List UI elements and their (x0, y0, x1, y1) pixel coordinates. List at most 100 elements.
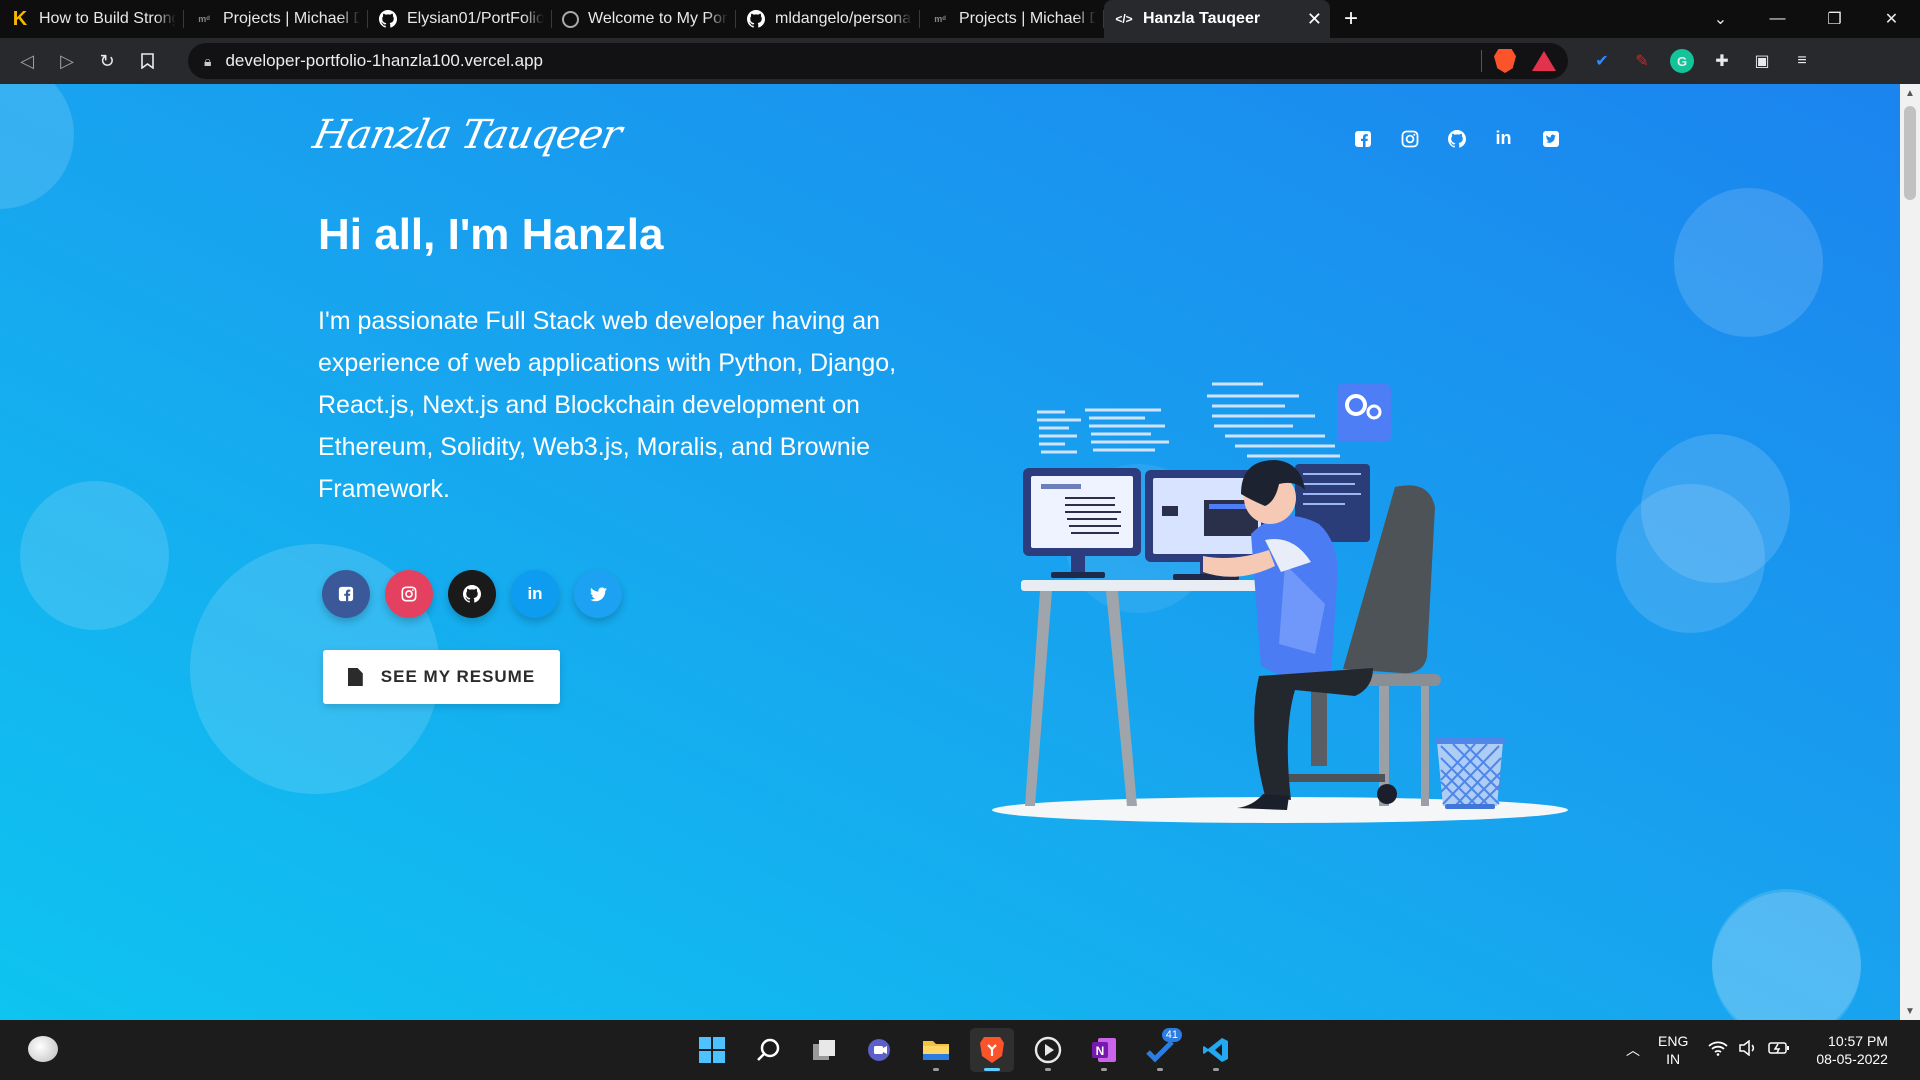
file-explorer-icon[interactable] (914, 1028, 958, 1072)
menu-icon[interactable]: ≡ (1790, 49, 1814, 73)
wifi-icon (1708, 1040, 1728, 1060)
browser-tab[interactable]: mᵈ Projects | Michael D'Angelo (920, 0, 1104, 38)
browser-tab[interactable]: K How to Build Strong Data S (0, 0, 184, 38)
decorative-bubble (1616, 484, 1765, 633)
search-icon[interactable] (746, 1028, 790, 1072)
facebook-icon[interactable] (1352, 128, 1373, 149)
tab-title: Projects | Michael D'Angelo (959, 10, 1096, 27)
tab-search-icon[interactable]: ⌄ (1692, 0, 1749, 38)
system-tray: ︿ ENG IN 10:57 PM 08-05-2022 (1626, 1020, 1888, 1080)
wallet-icon[interactable]: ▣ (1750, 49, 1774, 73)
twitter-button[interactable] (574, 570, 622, 618)
vscode-icon[interactable] (1194, 1028, 1238, 1072)
k-icon: K (12, 7, 28, 30)
reload-button[interactable]: ↻ (88, 42, 126, 80)
linkedin-button[interactable]: in (511, 570, 559, 618)
instagram-icon[interactable] (1399, 128, 1420, 149)
notification-badge: 41 (1161, 1028, 1182, 1042)
minimize-button[interactable]: — (1749, 0, 1806, 38)
start-icon[interactable] (690, 1028, 734, 1072)
grammarly-icon[interactable]: G (1670, 49, 1694, 73)
instagram-button[interactable] (385, 570, 433, 618)
back-button[interactable]: ◁ (8, 42, 46, 80)
chevron-up-icon[interactable]: ︿ (1626, 1040, 1640, 1060)
decorative-bubble (1712, 889, 1861, 1020)
address-bar[interactable]: 🔒︎ developer-portfolio-1hanzla100.vercel… (188, 43, 1568, 79)
code-icon: </> (1115, 12, 1133, 26)
divider (1481, 50, 1482, 72)
scrollbar-thumb[interactable] (1904, 106, 1916, 200)
twitter-icon[interactable] (1540, 128, 1561, 149)
task-view-icon[interactable] (802, 1028, 846, 1072)
page-title: Hi all, I'm Hanzla (318, 210, 664, 259)
page-viewport: Hanzla Tauqeer in Hi all, I'm Hanzla I'm… (0, 84, 1900, 1020)
tab-title: How to Build Strong Data S (39, 10, 176, 27)
windows-taskbar: N 41 ︿ ENG IN 10:57 PM 08-05-2022 (0, 1020, 1920, 1080)
signature-logo[interactable]: Hanzla Tauqeer (309, 112, 625, 158)
see-my-resume-button[interactable]: SEE MY RESUME (323, 650, 560, 704)
browser-tab[interactable]: Elysian01/PortFolio-Website (368, 0, 552, 38)
close-window-button[interactable]: ✕ (1863, 0, 1920, 38)
brave-shields-icon[interactable] (1494, 49, 1516, 73)
brave-rewards-icon[interactable] (1532, 51, 1556, 71)
svg-text:N: N (1096, 1044, 1105, 1058)
restore-button[interactable]: ❐ (1806, 0, 1863, 38)
volume-icon (1738, 1039, 1758, 1060)
tab-title: Hanzla Tauqeer (1143, 10, 1261, 27)
scroll-up-arrow[interactable]: ▲ (1900, 84, 1920, 102)
github-button[interactable] (448, 570, 496, 618)
taskbar-apps: N 41 (690, 1020, 1238, 1080)
bookmark-icon[interactable] (128, 42, 166, 80)
developer-illustration (992, 382, 1568, 823)
header-social-links: in (1352, 128, 1561, 149)
resume-label: SEE MY RESUME (380, 667, 536, 686)
browser-tab-active[interactable]: </> Hanzla Tauqeer ✕ (1104, 0, 1330, 38)
url-text: developer-portfolio-1hanzla100.vercel.ap… (225, 51, 543, 70)
forward-button[interactable]: ▷ (48, 42, 86, 80)
social-buttons: in (322, 570, 622, 618)
media-player-icon[interactable] (1026, 1028, 1070, 1072)
linkedin-icon[interactable]: in (1493, 128, 1514, 149)
tab-title: Projects | Michael D'Angelo (223, 10, 360, 27)
todo-extension-icon[interactable]: ✔ (1590, 49, 1614, 73)
extensions-bar: ✔ ✎ G ✚ ▣ ≡ (1590, 49, 1814, 73)
site-icon: mᵈ (198, 14, 210, 24)
lang-code: ENG (1658, 1033, 1689, 1049)
page-scrollbar[interactable]: ▲ ▼ (1900, 84, 1920, 1020)
lock-icon[interactable]: 🔒︎ (204, 53, 211, 70)
extensions-puzzle-icon[interactable]: ✚ (1710, 49, 1734, 73)
browser-toolbar: ◁ ▷ ↻ 🔒︎ developer-portfolio-1hanzla100.… (0, 38, 1920, 84)
teams-chat-icon[interactable] (858, 1028, 902, 1072)
battery-icon (1768, 1040, 1790, 1060)
browser-tab[interactable]: Welcome to My PortFolio (552, 0, 736, 38)
decorative-bubble (0, 84, 74, 209)
facebook-button[interactable] (322, 570, 370, 618)
tab-title: Elysian01/PortFolio-Website (407, 10, 544, 27)
browser-tab[interactable]: mldangelo/personal-site: M (736, 0, 920, 38)
browser-tab-strip: K How to Build Strong Data S mᵈ Projects… (0, 0, 1920, 38)
lang-region: IN (1666, 1051, 1681, 1067)
intro-paragraph: I'm passionate Full Stack web developer … (318, 307, 897, 503)
github-icon (746, 9, 766, 29)
window-controls: ⌄ — ❐ ✕ (1692, 0, 1920, 38)
decorative-bubble (1674, 188, 1823, 337)
tray-status-icons[interactable] (1708, 1039, 1790, 1060)
github-icon (378, 9, 398, 29)
weather-widget-icon[interactable] (28, 1036, 58, 1062)
todo-app-icon[interactable]: 41 (1138, 1028, 1182, 1072)
document-icon (347, 668, 363, 686)
browser-tab[interactable]: mᵈ Projects | Michael D'Angelo (184, 0, 368, 38)
github-icon[interactable] (1446, 128, 1467, 149)
brave-browser-icon[interactable] (970, 1028, 1014, 1072)
clock[interactable]: 10:57 PM 08-05-2022 (1816, 1032, 1888, 1068)
language-indicator[interactable]: ENG IN (1658, 1032, 1688, 1068)
globe-icon (562, 10, 579, 28)
pen-extension-icon[interactable]: ✎ (1630, 49, 1654, 73)
date: 08-05-2022 (1816, 1051, 1888, 1067)
new-tab-button[interactable]: + (1330, 0, 1372, 38)
close-tab-icon[interactable]: ✕ (1307, 9, 1322, 30)
tab-title: mldangelo/personal-site: M (775, 10, 912, 27)
site-icon: mᵈ (934, 14, 946, 24)
onenote-icon[interactable]: N (1082, 1028, 1126, 1072)
scroll-down-arrow[interactable]: ▼ (1900, 1002, 1920, 1020)
